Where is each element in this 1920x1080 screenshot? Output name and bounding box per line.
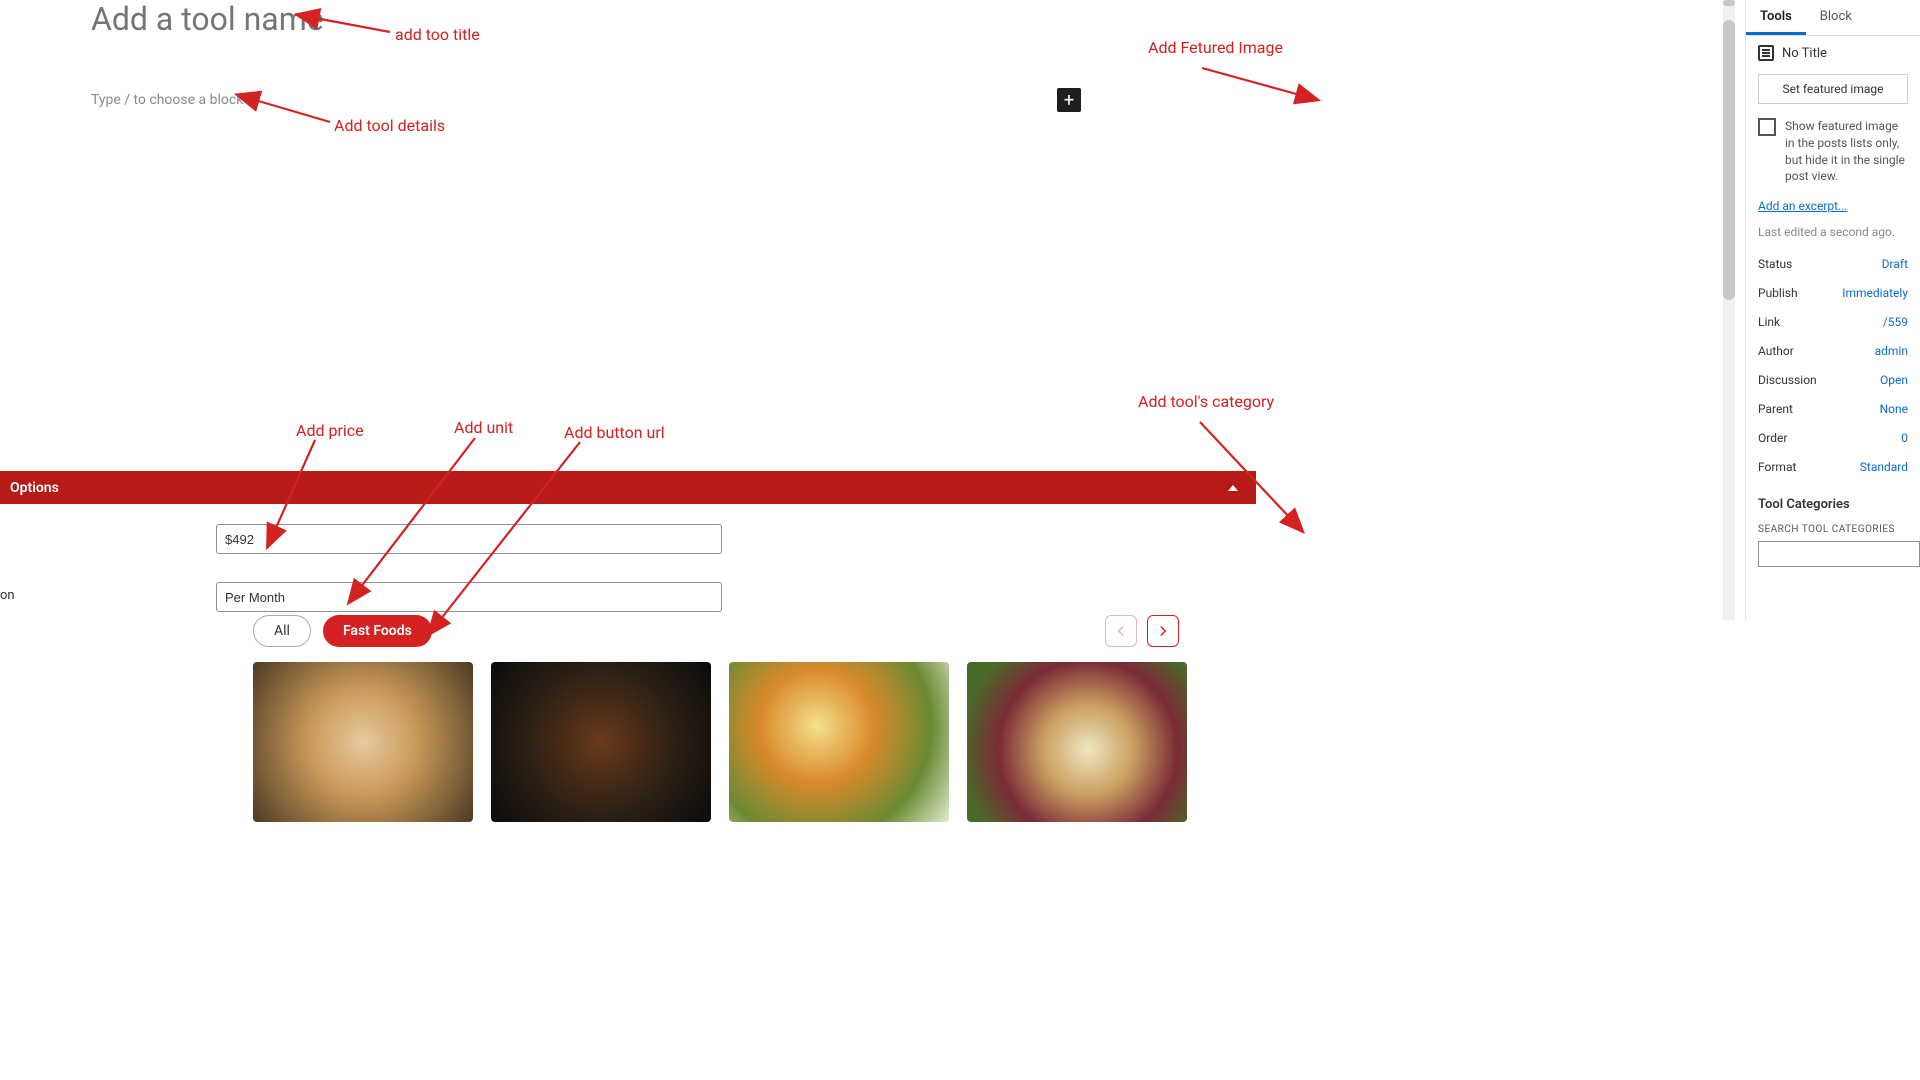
cropped-label-fragment: on	[0, 588, 15, 603]
post-meta-table: StatusDraft PublishImmediately Link/559 …	[1746, 249, 1920, 481]
block-placeholder[interactable]: Type / to choose a block	[91, 92, 243, 108]
featured-image-option[interactable]: Show featured image in the posts lists o…	[1746, 114, 1920, 195]
carousel-prev-button[interactable]	[1105, 615, 1137, 647]
filter-pill-fast-foods[interactable]: Fast Foods	[323, 615, 432, 647]
options-panel-label: Options	[10, 480, 1228, 496]
post-title-input[interactable]: Add a tool name	[91, 0, 324, 38]
meta-row-author[interactable]: Authoradmin	[1758, 336, 1908, 365]
chevron-up-icon	[1228, 485, 1238, 491]
meta-row-discussion[interactable]: DiscussionOpen	[1758, 365, 1908, 394]
search-categories-input[interactable]	[1758, 541, 1920, 567]
food-card[interactable]	[253, 662, 473, 822]
food-card[interactable]	[491, 662, 711, 822]
food-cards-row	[253, 662, 1187, 822]
unit-input[interactable]	[216, 582, 722, 612]
tool-categories-heading[interactable]: Tool Categories	[1746, 481, 1920, 520]
chevron-right-icon	[1156, 624, 1170, 638]
document-title-row[interactable]: No Title	[1746, 36, 1920, 70]
sidebar-tabs: Tools Block	[1746, 0, 1920, 36]
food-card[interactable]	[967, 662, 1187, 822]
add-excerpt-link[interactable]: Add an excerpt...	[1758, 199, 1848, 213]
chevron-left-icon	[1114, 624, 1128, 638]
carousel-nav	[1105, 615, 1179, 647]
carousel-next-button[interactable]	[1147, 615, 1179, 647]
meta-row-publish[interactable]: PublishImmediately	[1758, 278, 1908, 307]
plus-icon: +	[1064, 90, 1074, 111]
tab-tools[interactable]: Tools	[1746, 0, 1806, 35]
last-edited-text: Last edited a second ago.	[1746, 217, 1920, 249]
add-block-button[interactable]: +	[1057, 88, 1081, 112]
meta-row-order[interactable]: Order0	[1758, 423, 1908, 452]
featured-image-option-label: Show featured image in the posts lists o…	[1785, 118, 1908, 185]
settings-sidebar: Tools Block No Title Set featured image …	[1745, 0, 1920, 620]
meta-row-status[interactable]: StatusDraft	[1758, 249, 1908, 278]
options-panel-header[interactable]: Options	[0, 471, 1256, 504]
filter-pill-row: All Fast Foods	[253, 615, 432, 647]
editor-scrollbar[interactable]	[1723, 0, 1735, 620]
food-card[interactable]	[729, 662, 949, 822]
document-title-text: No Title	[1782, 46, 1827, 61]
filter-pill-all[interactable]: All	[253, 615, 311, 647]
document-icon	[1758, 45, 1774, 61]
editor-canvas: Add a tool name Type / to choose a block…	[0, 0, 1256, 1080]
add-excerpt-row: Add an excerpt...	[1746, 195, 1920, 217]
meta-row-parent[interactable]: ParentNone	[1758, 394, 1908, 423]
meta-row-link[interactable]: Link/559	[1758, 307, 1908, 336]
meta-row-format[interactable]: FormatStandard	[1758, 452, 1908, 481]
price-input[interactable]	[216, 524, 722, 554]
set-featured-image-button[interactable]: Set featured image	[1758, 74, 1908, 104]
checkbox-icon[interactable]	[1758, 118, 1776, 136]
tab-block[interactable]: Block	[1806, 0, 1866, 35]
search-categories-label: SEARCH TOOL CATEGORIES	[1746, 520, 1920, 539]
block-inserter-row: Type / to choose a block +	[91, 86, 1081, 114]
